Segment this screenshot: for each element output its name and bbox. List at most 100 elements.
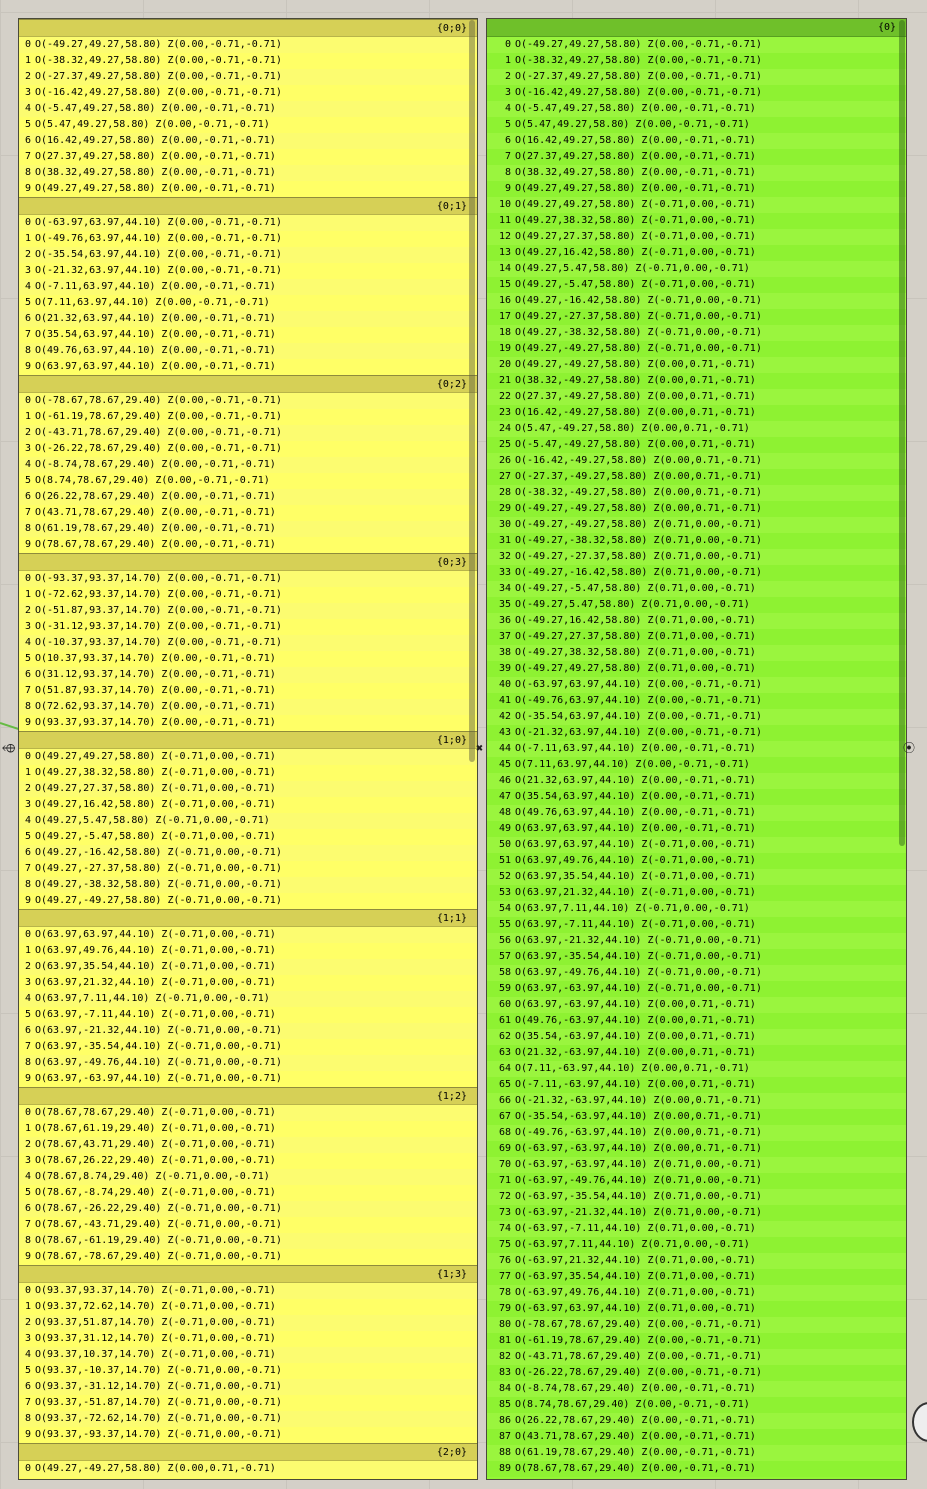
- list-item[interactable]: 23 O(16.42,-49.27,58.80) Z(0.00,0.71,-0.7…: [487, 405, 906, 421]
- list-item[interactable]: 88 O(61.19,78.67,29.40) Z(0.00,-0.71,-0.7…: [487, 1445, 906, 1461]
- list-item[interactable]: 8 O(78.67,-61.19,29.40) Z(-0.71,0.00,-0.7…: [19, 1233, 477, 1249]
- list-item[interactable]: 85 O(8.74,78.67,29.40) Z(0.00,-0.71,-0.71…: [487, 1397, 906, 1413]
- list-item[interactable]: 3 O(49.27,16.42,58.80) Z(-0.71,0.00,-0.71…: [19, 797, 477, 813]
- list-item[interactable]: 86 O(26.22,78.67,29.40) Z(0.00,-0.71,-0.7…: [487, 1413, 906, 1429]
- list-item[interactable]: 0 O(-49.27,49.27,58.80) Z(0.00,-0.71,-0.7…: [19, 37, 477, 53]
- list-item[interactable]: 9 O(49.27,-49.27,58.80) Z(-0.71,0.00,-0.7…: [19, 893, 477, 909]
- list-item[interactable]: 30 O(-49.27,-49.27,58.80) Z(0.71,0.00,-0.…: [487, 517, 906, 533]
- list-item[interactable]: 9 O(93.37,-93.37,14.70) Z(-0.71,0.00,-0.7…: [19, 1427, 477, 1443]
- flattened-panel-scrollbar[interactable]: [899, 20, 905, 846]
- list-item[interactable]: 7 O(78.67,-43.71,29.40) Z(-0.71,0.00,-0.7…: [19, 1217, 477, 1233]
- list-item[interactable]: 58 O(63.97,-49.76,44.10) Z(-0.71,0.00,-0.…: [487, 965, 906, 981]
- list-item[interactable]: 84 O(-8.74,78.67,29.40) Z(0.00,-0.71,-0.7…: [487, 1381, 906, 1397]
- list-item[interactable]: 3 O(-26.22,78.67,29.40) Z(0.00,-0.71,-0.7…: [19, 441, 477, 457]
- list-item[interactable]: 69 O(-63.97,-63.97,44.10) Z(0.00,0.71,-0.…: [487, 1141, 906, 1157]
- list-item[interactable]: 62 O(35.54,-63.97,44.10) Z(0.00,0.71,-0.7…: [487, 1029, 906, 1045]
- list-item[interactable]: 42 O(-35.54,63.97,44.10) Z(0.00,-0.71,-0.…: [487, 709, 906, 725]
- list-item[interactable]: 5 O(49.27,-5.47,58.80) Z(-0.71,0.00,-0.71…: [19, 829, 477, 845]
- list-item[interactable]: 28 O(-38.32,-49.27,58.80) Z(0.00,0.71,-0.…: [487, 485, 906, 501]
- list-item[interactable]: 33 O(-49.27,-16.42,58.80) Z(0.71,0.00,-0.…: [487, 565, 906, 581]
- list-item[interactable]: 59 O(63.97,-63.97,44.10) Z(-0.71,0.00,-0.…: [487, 981, 906, 997]
- list-item[interactable]: 21 O(38.32,-49.27,58.80) Z(0.00,0.71,-0.7…: [487, 373, 906, 389]
- list-item[interactable]: 9 O(63.97,-63.97,44.10) Z(-0.71,0.00,-0.7…: [19, 1071, 477, 1087]
- list-item[interactable]: 7 O(63.97,-35.54,44.10) Z(-0.71,0.00,-0.7…: [19, 1039, 477, 1055]
- list-item[interactable]: 1 O(-61.19,78.67,29.40) Z(0.00,-0.71,-0.7…: [19, 409, 477, 425]
- list-item[interactable]: 4 O(-7.11,63.97,44.10) Z(0.00,-0.71,-0.71…: [19, 279, 477, 295]
- list-item[interactable]: 3 O(-16.42,49.27,58.80) Z(0.00,-0.71,-0.7…: [487, 85, 906, 101]
- list-item[interactable]: 9 O(49.27,49.27,58.80) Z(0.00,-0.71,-0.71…: [19, 181, 477, 197]
- list-item[interactable]: 70 O(-63.97,-63.97,44.10) Z(0.71,0.00,-0.…: [487, 1157, 906, 1173]
- tree-panel-scrollbar[interactable]: [469, 20, 475, 762]
- list-item[interactable]: 26 O(-16.42,-49.27,58.80) Z(0.00,0.71,-0.…: [487, 453, 906, 469]
- list-item[interactable]: 9 O(49.27,49.27,58.80) Z(0.00,-0.71,-0.71…: [487, 181, 906, 197]
- list-item[interactable]: 8 O(61.19,78.67,29.40) Z(0.00,-0.71,-0.71…: [19, 521, 477, 537]
- list-item[interactable]: 9 O(78.67,-78.67,29.40) Z(-0.71,0.00,-0.7…: [19, 1249, 477, 1265]
- list-item[interactable]: 29 O(-49.27,-49.27,58.80) Z(0.00,0.71,-0.…: [487, 501, 906, 517]
- list-item[interactable]: 5 O(8.74,78.67,29.40) Z(0.00,-0.71,-0.71): [19, 473, 477, 489]
- list-item[interactable]: 1 O(63.97,49.76,44.10) Z(-0.71,0.00,-0.71…: [19, 943, 477, 959]
- list-item[interactable]: 6 O(21.32,63.97,44.10) Z(0.00,-0.71,-0.71…: [19, 311, 477, 327]
- list-item[interactable]: 75 O(-63.97,7.11,44.10) Z(0.71,0.00,-0.71…: [487, 1237, 906, 1253]
- list-item[interactable]: 8 O(93.37,-72.62,14.70) Z(-0.71,0.00,-0.7…: [19, 1411, 477, 1427]
- list-item[interactable]: 4 O(93.37,10.37,14.70) Z(-0.71,0.00,-0.71…: [19, 1347, 477, 1363]
- list-item[interactable]: 5 O(5.47,49.27,58.80) Z(0.00,-0.71,-0.71): [487, 117, 906, 133]
- list-item[interactable]: 1 O(49.27,38.32,58.80) Z(-0.71,0.00,-0.71…: [19, 765, 477, 781]
- input-connector-icon[interactable]: ⬲: [2, 742, 15, 754]
- list-item[interactable]: 17 O(49.27,-27.37,58.80) Z(-0.71,0.00,-0.…: [487, 309, 906, 325]
- data-panel-tree[interactable]: {0;0} 0 O(-49.27,49.27,58.80) Z(0.00,-0.71…: [18, 18, 478, 1480]
- list-item[interactable]: 67 O(-35.54,-63.97,44.10) Z(0.00,0.71,-0.…: [487, 1109, 906, 1125]
- list-item[interactable]: 27 O(-27.37,-49.27,58.80) Z(0.00,0.71,-0.…: [487, 469, 906, 485]
- list-item[interactable]: 2 O(-35.54,63.97,44.10) Z(0.00,-0.71,-0.7…: [19, 247, 477, 263]
- list-item[interactable]: 7 O(27.37,49.27,58.80) Z(0.00,-0.71,-0.71…: [487, 149, 906, 165]
- list-item[interactable]: 2 O(-51.87,93.37,14.70) Z(0.00,-0.71,-0.7…: [19, 603, 477, 619]
- list-item[interactable]: 4 O(-5.47,49.27,58.80) Z(0.00,-0.71,-0.71…: [19, 101, 477, 117]
- list-item[interactable]: 79 O(-63.97,63.97,44.10) Z(0.71,0.00,-0.7…: [487, 1301, 906, 1317]
- list-item[interactable]: 7 O(35.54,63.97,44.10) Z(0.00,-0.71,-0.71…: [19, 327, 477, 343]
- list-item[interactable]: 10 O(49.27,49.27,58.80) Z(-0.71,0.00,-0.7…: [487, 197, 906, 213]
- list-item[interactable]: 0 O(49.27,49.27,58.80) Z(-0.71,0.00,-0.71…: [19, 749, 477, 765]
- list-item[interactable]: 6 O(93.37,-31.12,14.70) Z(-0.71,0.00,-0.7…: [19, 1379, 477, 1395]
- list-item[interactable]: 14 O(49.27,5.47,58.80) Z(-0.71,0.00,-0.71…: [487, 261, 906, 277]
- list-item[interactable]: 1 O(78.67,61.19,29.40) Z(-0.71,0.00,-0.71…: [19, 1121, 477, 1137]
- list-item[interactable]: 3 O(-16.42,49.27,58.80) Z(0.00,-0.71,-0.7…: [19, 85, 477, 101]
- list-item[interactable]: 52 O(63.97,35.54,44.10) Z(-0.71,0.00,-0.7…: [487, 869, 906, 885]
- list-item[interactable]: 6 O(49.27,-16.42,58.80) Z(-0.71,0.00,-0.7…: [19, 845, 477, 861]
- list-item[interactable]: 13 O(49.27,16.42,58.80) Z(-0.71,0.00,-0.7…: [487, 245, 906, 261]
- list-item[interactable]: 65 O(-7.11,-63.97,44.10) Z(0.00,0.71,-0.7…: [487, 1077, 906, 1093]
- list-item[interactable]: 60 O(63.97,-63.97,44.10) Z(0.00,0.71,-0.7…: [487, 997, 906, 1013]
- list-item[interactable]: 74 O(-63.97,-7.11,44.10) Z(0.71,0.00,-0.7…: [487, 1221, 906, 1237]
- list-item[interactable]: 9 O(78.67,78.67,29.40) Z(0.00,-0.71,-0.71…: [19, 537, 477, 553]
- list-item[interactable]: 45 O(7.11,63.97,44.10) Z(0.00,-0.71,-0.71…: [487, 757, 906, 773]
- list-item[interactable]: 50 O(63.97,63.97,44.10) Z(-0.71,0.00,-0.7…: [487, 837, 906, 853]
- list-item[interactable]: 3 O(-21.32,63.97,44.10) Z(0.00,-0.71,-0.7…: [19, 263, 477, 279]
- list-item[interactable]: 5 O(78.67,-8.74,29.40) Z(-0.71,0.00,-0.71…: [19, 1185, 477, 1201]
- list-item[interactable]: 41 O(-49.76,63.97,44.10) Z(0.00,-0.71,-0.…: [487, 693, 906, 709]
- list-item[interactable]: 82 O(-43.71,78.67,29.40) Z(0.00,-0.71,-0.…: [487, 1349, 906, 1365]
- list-item[interactable]: 0 O(63.97,63.97,44.10) Z(-0.71,0.00,-0.71…: [19, 927, 477, 943]
- list-item[interactable]: 49 O(63.97,63.97,44.10) Z(0.00,-0.71,-0.7…: [487, 821, 906, 837]
- data-panel-flattened[interactable]: {0} 0 O(-49.27,49.27,58.80) Z(0.00,-0.71,…: [486, 18, 907, 1480]
- list-item[interactable]: 3 O(93.37,31.12,14.70) Z(-0.71,0.00,-0.71…: [19, 1331, 477, 1347]
- list-item[interactable]: 72 O(-63.97,-35.54,44.10) Z(0.71,0.00,-0.…: [487, 1189, 906, 1205]
- list-item[interactable]: 4 O(-10.37,93.37,14.70) Z(0.00,-0.71,-0.7…: [19, 635, 477, 651]
- list-item[interactable]: 1 O(-38.32,49.27,58.80) Z(0.00,-0.71,-0.7…: [487, 53, 906, 69]
- list-item[interactable]: 4 O(49.27,5.47,58.80) Z(-0.71,0.00,-0.71): [19, 813, 477, 829]
- list-item[interactable]: 12 O(49.27,27.37,58.80) Z(-0.71,0.00,-0.7…: [487, 229, 906, 245]
- list-item[interactable]: 2 O(-27.37,49.27,58.80) Z(0.00,-0.71,-0.7…: [19, 69, 477, 85]
- list-item[interactable]: 19 O(49.27,-49.27,58.80) Z(-0.71,0.00,-0.…: [487, 341, 906, 357]
- list-item[interactable]: 2 O(93.37,51.87,14.70) Z(-0.71,0.00,-0.71…: [19, 1315, 477, 1331]
- list-item[interactable]: 7 O(49.27,-27.37,58.80) Z(-0.71,0.00,-0.7…: [19, 861, 477, 877]
- list-item[interactable]: 25 O(-5.47,-49.27,58.80) Z(0.00,0.71,-0.7…: [487, 437, 906, 453]
- list-item[interactable]: 3 O(63.97,21.32,44.10) Z(-0.71,0.00,-0.71…: [19, 975, 477, 991]
- list-item[interactable]: 54 O(63.97,7.11,44.10) Z(-0.71,0.00,-0.71…: [487, 901, 906, 917]
- list-item[interactable]: 87 O(43.71,78.67,29.40) Z(0.00,-0.71,-0.7…: [487, 1429, 906, 1445]
- panel-output-connector-icon[interactable]: ⦿: [903, 742, 915, 754]
- list-item[interactable]: 9 O(93.37,93.37,14.70) Z(0.00,-0.71,-0.71…: [19, 715, 477, 731]
- list-item[interactable]: 81 O(-61.19,78.67,29.40) Z(0.00,-0.71,-0.…: [487, 1333, 906, 1349]
- list-item[interactable]: 51 O(63.97,49.76,44.10) Z(-0.71,0.00,-0.7…: [487, 853, 906, 869]
- list-item[interactable]: 15 O(49.27,-5.47,58.80) Z(-0.71,0.00,-0.7…: [487, 277, 906, 293]
- list-item[interactable]: 78 O(-63.97,49.76,44.10) Z(0.71,0.00,-0.7…: [487, 1285, 906, 1301]
- list-item[interactable]: 8 O(49.76,63.97,44.10) Z(0.00,-0.71,-0.71…: [19, 343, 477, 359]
- list-item[interactable]: 2 O(-27.37,49.27,58.80) Z(0.00,-0.71,-0.7…: [487, 69, 906, 85]
- list-item[interactable]: 31 O(-49.27,-38.32,58.80) Z(0.71,0.00,-0.…: [487, 533, 906, 549]
